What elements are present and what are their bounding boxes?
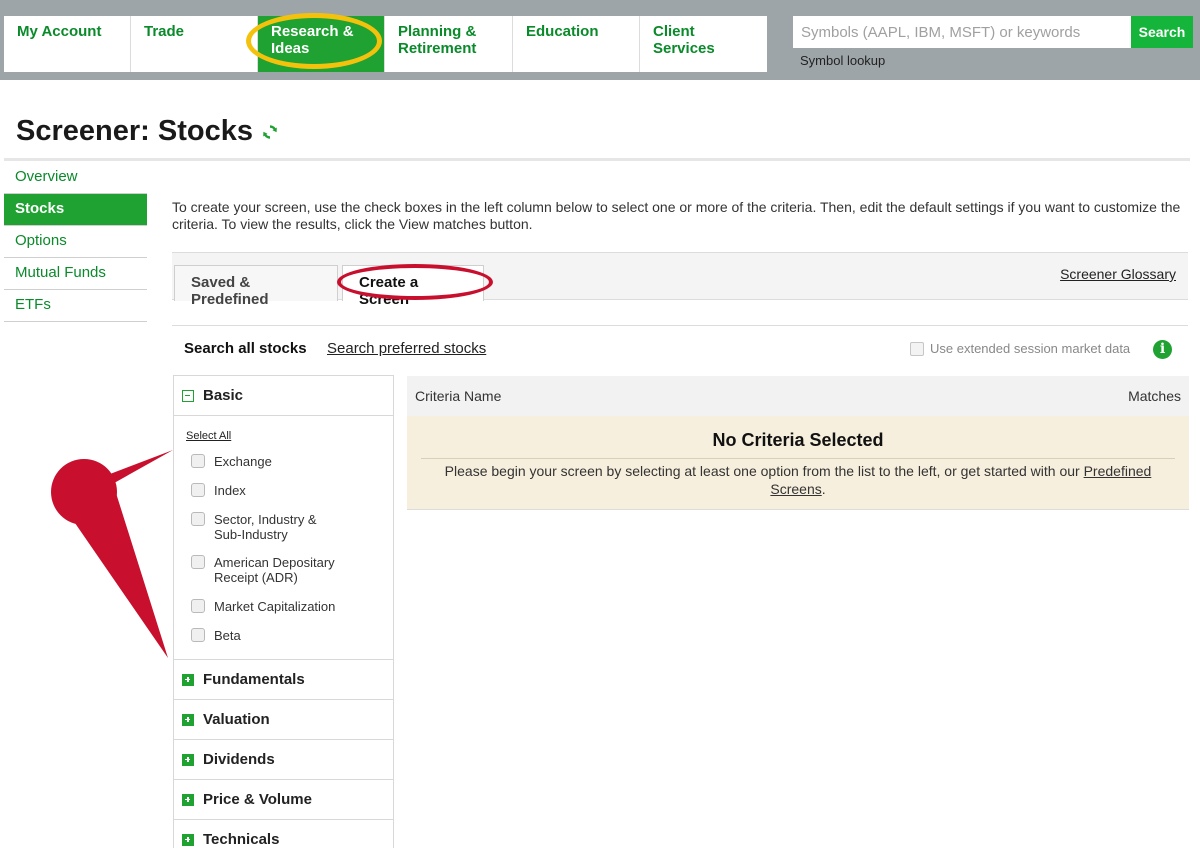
option-exchange[interactable]: Exchange xyxy=(191,454,272,469)
section-label: Price & Volume xyxy=(203,791,312,808)
nav-trade[interactable]: Trade xyxy=(131,16,258,72)
empty-state: No Criteria Selected Please begin your s… xyxy=(407,416,1189,510)
section-valuation[interactable]: Valuation xyxy=(174,700,393,740)
section-label: Fundamentals xyxy=(203,671,305,688)
checkbox[interactable] xyxy=(191,512,205,526)
screener-glossary-link[interactable]: Screener Glossary xyxy=(1060,266,1176,282)
tab-saved-predefined[interactable]: Saved & Predefined xyxy=(174,265,338,308)
title-divider xyxy=(4,158,1190,161)
nav-label: My Account xyxy=(17,23,102,40)
results-table: Criteria Name Matches No Criteria Select… xyxy=(407,376,1189,510)
left-nav: Overview Stocks Options Mutual Funds ETF… xyxy=(4,162,147,322)
refresh-icon[interactable] xyxy=(261,123,279,141)
expand-icon[interactable] xyxy=(182,673,194,686)
extended-session-option[interactable]: Use extended session market data xyxy=(910,341,1130,356)
nav-client-services[interactable]: Client Services xyxy=(640,16,767,72)
leftnav-mutual-funds[interactable]: Mutual Funds xyxy=(4,258,147,290)
info-icon[interactable]: i xyxy=(1153,340,1172,359)
basic-options: Select All Exchange Index Sector, Indust… xyxy=(174,416,393,660)
expand-icon[interactable] xyxy=(182,753,194,766)
checkbox[interactable] xyxy=(191,454,205,468)
section-label: Basic xyxy=(203,387,244,404)
search-preferred-stocks-link[interactable]: Search preferred stocks xyxy=(327,340,486,357)
leftnav-overview[interactable]: Overview xyxy=(4,162,147,194)
empty-title: No Criteria Selected xyxy=(712,430,884,450)
checkbox[interactable] xyxy=(191,483,205,497)
extended-session-checkbox[interactable] xyxy=(910,341,924,356)
option-market-cap[interactable]: Market Capitalization xyxy=(191,599,335,614)
leftnav-stocks[interactable]: Stocks xyxy=(4,194,147,226)
top-bar: My Account Trade Research & Ideas Planni… xyxy=(0,0,1200,80)
option-beta[interactable]: Beta xyxy=(191,628,241,643)
leftnav-options[interactable]: Options xyxy=(4,226,147,258)
symbol-lookup-link[interactable]: Symbol lookup xyxy=(800,53,885,68)
divider xyxy=(172,325,1188,326)
tab-bar: Saved & Predefined Create a Screen Scree… xyxy=(172,252,1188,308)
main-nav: My Account Trade Research & Ideas Planni… xyxy=(4,16,767,72)
option-label: Market Capitalization xyxy=(214,599,336,614)
section-price-volume[interactable]: Price & Volume xyxy=(174,780,393,820)
option-index[interactable]: Index xyxy=(191,483,246,498)
checkbox[interactable] xyxy=(191,555,205,569)
tab-create-screen[interactable]: Create a Screen xyxy=(342,265,484,308)
page-title: Screener: Stocks xyxy=(16,115,279,148)
nav-research-ideas[interactable]: Research & Ideas xyxy=(258,16,385,72)
option-label: American Depositary Receipt (ADR) xyxy=(214,555,335,585)
extended-session-label: Use extended session market data xyxy=(930,341,1131,356)
option-label: Exchange xyxy=(214,454,272,469)
nav-planning-retirement[interactable]: Planning & Retirement xyxy=(385,16,513,72)
leftnav-etfs[interactable]: ETFs xyxy=(4,290,147,322)
expand-icon[interactable] xyxy=(182,833,194,846)
option-label: Sector, Industry & Sub-Industry xyxy=(214,512,317,542)
nav-label: Research & Ideas xyxy=(271,23,354,57)
empty-message: Please begin your screen by selecting at… xyxy=(437,462,1159,498)
select-all-link[interactable]: Select All xyxy=(186,430,231,442)
nav-label: Trade xyxy=(144,23,185,40)
empty-divider xyxy=(421,458,1175,459)
search-button[interactable]: Search xyxy=(1131,16,1193,48)
option-label: Beta xyxy=(214,628,241,643)
section-basic[interactable]: Basic xyxy=(174,376,393,416)
section-technicals[interactable]: Technicals xyxy=(174,820,393,848)
nav-label: Client Services xyxy=(653,23,715,57)
empty-message-end: . xyxy=(821,481,826,497)
nav-label: Education xyxy=(526,23,599,40)
intro-text: To create your screen, use the check box… xyxy=(172,199,1181,232)
checkbox[interactable] xyxy=(191,599,205,613)
expand-icon[interactable] xyxy=(182,713,194,726)
collapse-icon[interactable] xyxy=(182,389,194,402)
nav-label: Planning & Retirement xyxy=(398,23,477,57)
search-all-stocks[interactable]: Search all stocks xyxy=(184,340,307,357)
results-header: Criteria Name Matches xyxy=(407,376,1189,416)
col-criteria-name: Criteria Name xyxy=(415,388,502,404)
option-label: Index xyxy=(214,483,246,498)
option-sector-industry[interactable]: Sector, Industry & Sub-Industry xyxy=(191,512,341,542)
section-fundamentals[interactable]: Fundamentals xyxy=(174,660,393,700)
page-title-text: Screener: Stocks xyxy=(16,115,253,147)
option-adr[interactable]: American Depositary Receipt (ADR) xyxy=(191,555,361,585)
criteria-panel: Basic Select All Exchange Index Sector, … xyxy=(173,375,394,848)
nav-education[interactable]: Education xyxy=(513,16,640,72)
empty-message-text: Please begin your screen by selecting at… xyxy=(444,463,1080,479)
section-label: Dividends xyxy=(203,751,275,768)
checkbox[interactable] xyxy=(191,628,205,642)
nav-my-account[interactable]: My Account xyxy=(4,16,131,72)
section-dividends[interactable]: Dividends xyxy=(174,740,393,780)
expand-icon[interactable] xyxy=(182,793,194,806)
section-label: Technicals xyxy=(203,831,280,848)
symbol-search-input[interactable] xyxy=(793,16,1131,48)
section-label: Valuation xyxy=(203,711,270,728)
col-matches: Matches xyxy=(1128,388,1181,404)
